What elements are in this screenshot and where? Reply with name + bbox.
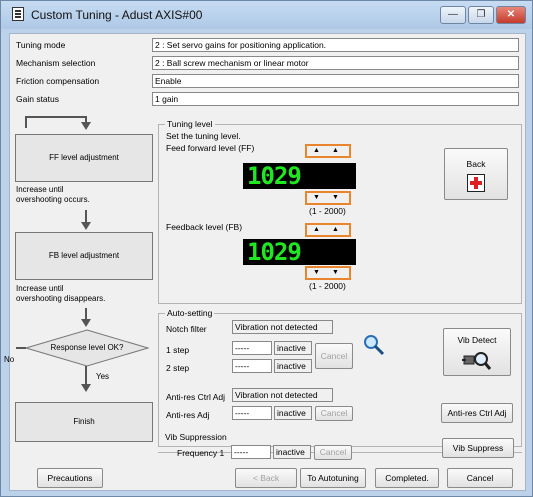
step2-value-field: ----- [232,359,272,373]
vib-suppress-button[interactable]: Vib Suppress [442,438,514,458]
fb-range: (1 - 2000) [309,281,346,291]
vib-frequency-label: Frequency 1 [177,448,225,458]
step2-label: 2 step [166,363,190,373]
fb-up-buttons: ▲ ▲ [305,223,351,237]
auto-setting-title: Auto-setting [165,308,215,318]
app-icon [12,7,24,21]
fb-up-small-button[interactable]: ▲ [307,225,326,235]
vib-detect-button[interactable]: Vib Detect [443,328,511,376]
ff-down-large-button[interactable]: ▼ [326,193,345,203]
fb-up-large-button[interactable]: ▲ [326,225,345,235]
step1-value-field: ----- [232,341,272,355]
minimize-button[interactable]: — [440,6,466,24]
tuning-instruction: Set the tuning level. [166,131,241,141]
step1-state-field: inactive [274,341,312,355]
antires-cancel-button[interactable]: Cancel [315,406,353,421]
cancel-button[interactable]: Cancel [447,468,513,488]
antires-adj-value-field: ----- [232,406,272,420]
antires-adj-state-field: inactive [274,406,312,420]
fb-level-value: 1029 [247,238,302,266]
vib-detect-label: Vib Detect [457,335,497,345]
flow-arrow [25,116,87,118]
title-bar[interactable]: Custom Tuning - Adust AXIS#00 — ❐ ✕ [1,1,532,29]
dialog-client: Tuning mode 2 : Set servo gains for posi… [4,33,526,491]
completed-button[interactable]: Completed. [375,468,439,488]
info-row-friction: Friction compensation Enable [12,74,523,89]
notch-filter-label: Notch filter [166,324,207,334]
restore-button[interactable]: ❐ [468,6,494,24]
finish-box: Finish [15,402,153,442]
back-button[interactable]: Back [444,148,508,200]
fb-down-small-button[interactable]: ▼ [307,268,326,278]
antires-ctrl-status-field: Vibration not detected [232,388,333,402]
decision-label: Response level OK? [50,343,124,352]
ff-note: Increase until overshooting occurs. [16,185,90,204]
ff-level-display: 1029 [243,163,356,189]
ff-up-small-button[interactable]: ▲ [307,146,326,156]
ff-down-buttons: ▼ ▼ [305,191,351,205]
yes-label: Yes [96,372,110,381]
antires-adj-label: Anti-res Adj [166,410,210,420]
info-row-mechanism: Mechanism selection 2 : Ball screw mecha… [12,56,523,71]
no-label: No [4,355,15,364]
magnifier-icon [364,335,385,356]
custom-tuning-window: Custom Tuning - Adust AXIS#00 — ❐ ✕ Tuni… [0,0,533,497]
info-row-tuning-mode: Tuning mode 2 : Set servo gains for posi… [12,38,523,53]
antires-ctrl-label: Anti-res Ctrl Adj [166,392,226,402]
info-label: Gain status [16,94,59,104]
tuning-flowchart: FF level adjustment Increase until overs… [4,116,158,466]
tuning-level-group: Tuning level Set the tuning level. Feed … [158,119,522,304]
ff-up-large-button[interactable]: ▲ [326,146,345,156]
fb-note: Increase until overshooting disappears. [16,284,106,303]
info-row-gain-status: Gain status 1 gain [12,92,523,107]
flow-arrow [16,347,26,349]
first-aid-icon [467,174,485,192]
info-value: 1 gain [152,92,519,106]
fb-down-large-button[interactable]: ▼ [326,268,345,278]
back-button-label: Back [466,159,486,169]
fb-adjustment-box: FB level adjustment [15,232,153,280]
notch-status-field: Vibration not detected [232,320,333,334]
notch-cancel-button[interactable]: Cancel [315,343,353,369]
vib-detect-icon [462,352,492,370]
ff-down-small-button[interactable]: ▼ [307,193,326,203]
antires-ctrl-adj-button[interactable]: Anti-res Ctrl Adj [441,403,513,423]
fb-level-display: 1029 [243,239,356,265]
to-autotuning-button[interactable]: To Autotuning [300,468,366,488]
flow-arrow-head [81,122,91,130]
fb-down-buttons: ▼ ▼ [305,266,351,280]
auto-setting-group: Auto-setting Notch filter Vibration not … [158,308,522,447]
step2-state-field: inactive [274,359,312,373]
info-value: Enable [152,74,519,88]
ff-up-buttons: ▲ ▲ [305,144,351,158]
flow-arrow-head [81,222,91,230]
info-value: 2 : Set servo gains for positioning appl… [152,38,519,52]
info-label: Tuning mode [16,40,66,50]
ff-level-value: 1029 [247,162,302,190]
info-value: 2 : Ball screw mechanism or linear motor [152,56,519,70]
vib-frequency-state-field: inactive [273,445,311,459]
ff-level-label: Feed forward level (FF) [166,143,255,153]
vib-suppression-title: Vib Suppression [165,432,227,442]
close-button[interactable]: ✕ [496,6,526,24]
flow-arrow [25,116,27,128]
flow-arrow-head [81,384,91,392]
info-label: Friction compensation [16,76,100,86]
vib-cancel-button[interactable]: Cancel [314,445,352,460]
info-label: Mechanism selection [16,58,96,68]
window-title: Custom Tuning - Adust AXIS#00 [31,8,203,22]
vib-frequency-value-field: ----- [231,445,271,459]
fb-level-label: Feedback level (FB) [166,222,243,232]
precautions-button[interactable]: Precautions [37,468,103,488]
flow-arrow-head [81,319,91,327]
back-step-button[interactable]: < Back [235,468,297,488]
step1-label: 1 step [166,345,190,355]
ff-adjustment-box: FF level adjustment [15,134,153,182]
ff-range: (1 - 2000) [309,206,346,216]
tuning-level-title: Tuning level [165,119,215,129]
